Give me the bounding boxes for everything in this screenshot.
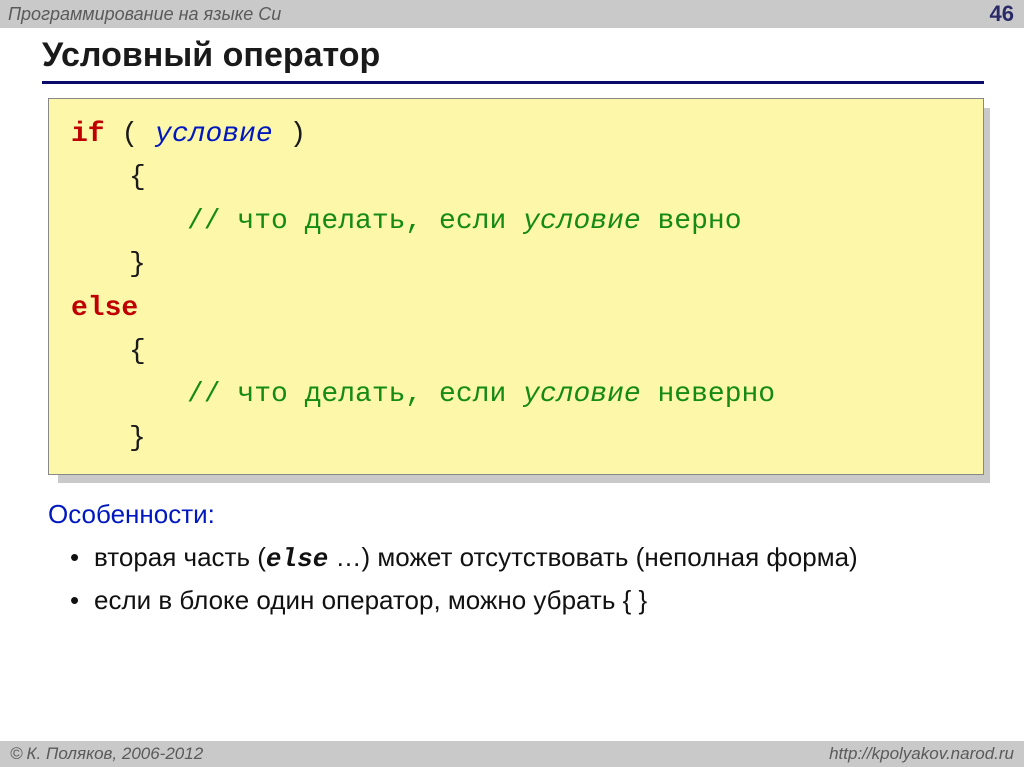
else-inline: else — [266, 544, 328, 574]
copyright-icon: © — [10, 744, 23, 764]
paren-close: ) — [273, 119, 307, 150]
keyword-else: else — [71, 293, 138, 324]
code-line-8: } — [71, 417, 961, 460]
notes-section: Особенности: вторая часть (else …) может… — [42, 495, 984, 620]
brace-close-2: } — [71, 417, 146, 460]
condition-word: условие — [155, 119, 273, 150]
comment-false: // что делать, если условие неверно — [71, 373, 775, 416]
brace-open-2: { — [71, 330, 146, 373]
brace-open-1: { — [71, 156, 146, 199]
header-subject: Программирование на языке Си — [8, 4, 281, 25]
page-number: 46 — [990, 1, 1014, 27]
code-line-5: else — [71, 287, 961, 330]
code-line-4: } — [71, 243, 961, 286]
footer-url: http://kpolyakov.narod.ru — [829, 744, 1014, 764]
keyword-if: if — [71, 119, 105, 150]
code-block: if ( условие ) { // что делать, если усл… — [48, 98, 984, 475]
code-line-7: // что делать, если условие неверно — [71, 373, 961, 416]
code-line-3: // что делать, если условие верно — [71, 200, 961, 243]
notes-item-1: вторая часть (else …) может отсутствоват… — [70, 538, 984, 579]
footer-bar: ©К. Поляков, 2006-2012 http://kpolyakov.… — [0, 741, 1024, 767]
comment-true: // что делать, если условие верно — [71, 200, 742, 243]
code-line-1: if ( условие ) — [71, 113, 961, 156]
notes-item-2: если в блоке один оператор, можно убрать… — [70, 581, 984, 620]
footer-copyright: ©К. Поляков, 2006-2012 — [10, 744, 203, 764]
slide-content: Условный оператор if ( условие ) { // чт… — [0, 28, 1024, 620]
notes-list: вторая часть (else …) может отсутствоват… — [48, 538, 984, 620]
notes-heading: Особенности: — [48, 495, 984, 534]
code-line-6: { — [71, 330, 961, 373]
header-bar: Программирование на языке Си 46 — [0, 0, 1024, 28]
code-box: if ( условие ) { // что делать, если усл… — [48, 98, 984, 475]
paren-open: ( — [105, 119, 155, 150]
title-underline — [42, 81, 984, 84]
code-line-2: { — [71, 156, 961, 199]
slide-title: Условный оператор — [42, 36, 984, 81]
brace-close-1: } — [71, 243, 146, 286]
